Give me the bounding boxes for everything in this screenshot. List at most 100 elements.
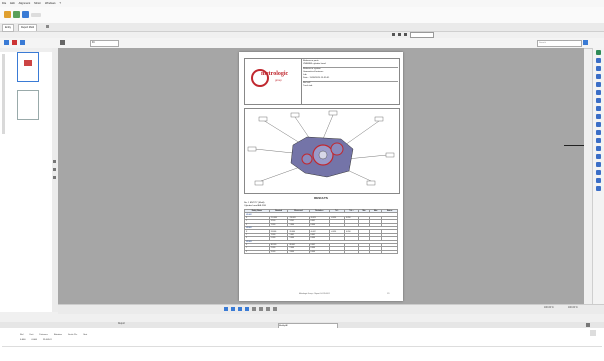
report-canvas[interactable]: metrologic group Reference parts VMBNB3 … [58,48,584,304]
results-grid: Entity Name Nominal Measured Deviation Tol -… [244,208,398,255]
menu-windows[interactable]: Windows [45,2,56,5]
next-page-icon[interactable] [238,307,242,311]
bottom-panel-label: Report [118,323,125,325]
print-icon[interactable] [4,40,9,45]
tool-icon[interactable] [596,82,601,87]
table-cell: 3.000 [268,249,289,255]
tool-icon[interactable] [596,66,601,71]
zoom-out-icon[interactable] [273,307,277,311]
tool-icon[interactable] [596,154,601,159]
menu-alignment[interactable]: Alignment [19,2,31,5]
results-subtitle-2: Cylinder head A3LD59 [244,205,266,207]
nav-home-icon[interactable] [404,33,407,36]
arrow-icon[interactable] [53,160,56,163]
settings-icon[interactable] [31,13,41,17]
ref-item-2: Trash tab [303,85,313,87]
table-cell: 0.000 [308,249,331,255]
logo-sub: group [275,79,282,82]
tool-icon[interactable] [596,106,601,111]
fit-icon[interactable] [259,307,263,311]
panel-scroll-up[interactable] [590,330,596,336]
thumbnail-page-1[interactable] [17,52,39,82]
tab-entity[interactable]: Entity [2,24,14,32]
tool-icon[interactable] [596,170,601,175]
search-field[interactable]: Search [537,40,582,47]
page-footer: Metrologic Group - Report 0.0.26.0001 [299,293,330,295]
table-row: Z 3.000 3.000 0.000 [244,249,398,255]
tool-icon[interactable] [596,74,601,79]
page-nav-bar: 100.00 % 100.00 % [58,304,604,314]
logo-area: metrologic group [245,59,302,104]
page-number: 1/1 [387,293,390,295]
last-page-icon[interactable] [245,307,249,311]
quick-toolbar [0,7,604,24]
close-icon[interactable] [46,25,49,28]
pointer-line [564,145,584,146]
tab-report-mold[interactable]: Report Mold [18,24,38,31]
prev-page-icon[interactable] [231,307,235,311]
report-header: metrologic group Reference parts VMBNB3 … [244,58,400,105]
thumbnail-scrollbar[interactable] [2,54,5,134]
table-cell [357,249,371,255]
table-cell [329,249,346,255]
thumbnail-page-2[interactable] [17,90,39,120]
first-page-icon[interactable] [224,307,228,311]
nav-back-icon[interactable] [392,33,395,36]
tool-icon[interactable] [596,130,601,135]
tool-icon[interactable] [596,98,601,103]
tool-icon[interactable] [596,58,601,63]
tool-icon[interactable] [596,186,601,191]
menu-help[interactable]: ? [60,2,61,5]
bottom-panel-columns: Ref Unit Distance Rotation Scale Pts Sta… [20,334,87,336]
menu-file[interactable]: File [2,2,6,5]
arrow-icon[interactable] [53,176,56,179]
logo-text: metrologic [261,71,289,77]
divider [2,346,602,347]
table-cell [344,249,359,255]
nav-forward-icon[interactable] [398,33,401,36]
results-title: RESULTS [314,196,328,200]
tool-icon[interactable] [596,146,601,151]
arrow-icon[interactable] [53,168,56,171]
bottom-panel: Ref Unit Distance Rotation Scale Pts Sta… [0,328,604,361]
tool-icon[interactable] [596,50,601,55]
cell: 0.000 [31,339,37,341]
table-cell: 3.000 [287,249,310,255]
report-page: metrologic group Reference parts VMBNB3 … [239,52,403,301]
tool-icon[interactable] [596,122,601,127]
panel-close-icon[interactable] [586,323,590,327]
table-cell: Z [244,249,270,255]
open-icon[interactable] [4,11,11,18]
table-row[interactable]: 0.000 0.000 25.005 X [20,339,52,341]
menu-mirror[interactable]: Mirror [34,2,41,5]
refresh-icon[interactable] [22,11,29,18]
zoom-icon[interactable] [60,40,65,45]
zoom-select[interactable]: Fit [90,40,119,47]
tool-icon[interactable] [596,90,601,95]
rotate-icon[interactable] [252,307,256,311]
report-image-area [244,108,400,194]
col-header: Unit [29,334,34,336]
ref-parts-value: VMBNB3 cylinder head [303,63,326,65]
cell: 0.000 [20,339,26,341]
export-icon[interactable] [20,40,25,45]
zoom-in-icon[interactable] [266,307,270,311]
header-info: Reference parts VMBNB3 cylinder head Ref… [303,60,398,88]
col-header: Distance [39,334,48,336]
tool-icon[interactable] [596,178,601,183]
zoom-level-2: 100.00 % [568,307,578,309]
tool-icon[interactable] [596,162,601,167]
tool-icon[interactable] [596,138,601,143]
part-illustration [247,110,395,186]
play-icon[interactable] [13,11,20,18]
results-table: Entity Name Nominal Measured Deviation Tol -… [244,208,398,255]
cell: 25.005 X [42,339,52,341]
page-nav-buttons [224,307,277,311]
menu-edit[interactable]: Edit [10,2,14,5]
col-header: Ref [20,334,24,336]
tool-icon[interactable] [596,114,601,119]
col-header: Rotation [53,334,62,336]
pdf-icon[interactable] [12,40,17,45]
right-tool-strip [592,48,604,312]
search-icon[interactable] [583,40,588,45]
